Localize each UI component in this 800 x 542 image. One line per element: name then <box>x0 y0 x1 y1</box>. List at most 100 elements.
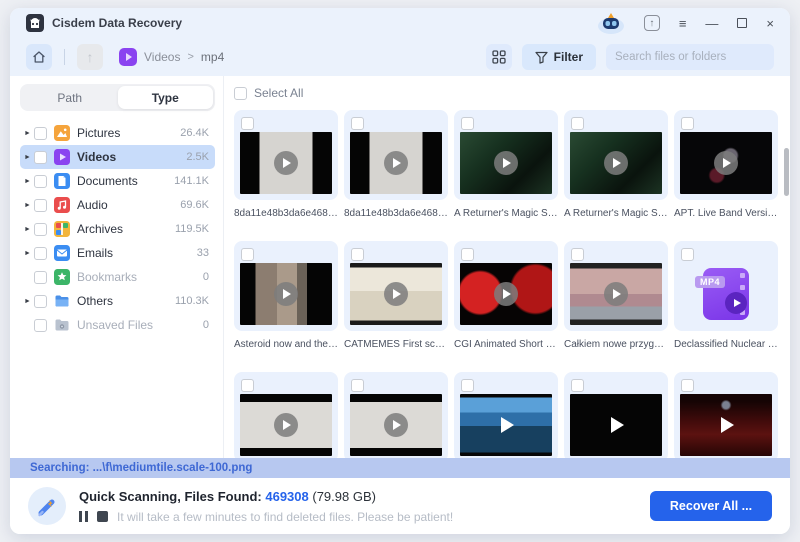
play-icon <box>494 151 518 175</box>
file-tile[interactable] <box>454 110 558 200</box>
item-checkbox[interactable] <box>34 150 47 164</box>
item-checkbox[interactable] <box>34 222 47 236</box>
play-icon <box>274 151 298 175</box>
tile-checkbox[interactable] <box>351 379 364 392</box>
file-tile[interactable] <box>564 372 668 458</box>
item-label: Bookmarks <box>77 270 138 284</box>
tile-checkbox[interactable] <box>571 379 584 392</box>
file-name: Całkiem nowe przygody ... <box>564 339 668 350</box>
item-label: Audio <box>77 198 108 212</box>
item-label: Unsaved Files <box>77 318 154 332</box>
select-all-checkbox[interactable] <box>234 86 247 100</box>
file-tile[interactable] <box>674 110 778 200</box>
tile-checkbox[interactable] <box>241 248 254 261</box>
breadcrumb-folder[interactable]: Videos <box>144 50 180 64</box>
video-thumbnail <box>460 132 552 194</box>
file-name: 8da11e48b3da6e468d12... <box>344 208 448 219</box>
home-button[interactable] <box>26 44 52 70</box>
tile-checkbox[interactable] <box>461 379 474 392</box>
item-checkbox[interactable] <box>34 246 47 260</box>
toolbar: ↑ Videos > mp4 Filter <box>10 38 790 76</box>
grid-view-icon <box>492 50 506 64</box>
item-count: 0 <box>202 271 209 283</box>
file-tile[interactable] <box>454 241 558 331</box>
tile-checkbox[interactable] <box>681 379 694 392</box>
play-icon <box>714 151 738 175</box>
tile-checkbox[interactable] <box>351 248 364 261</box>
item-count: 141.1K <box>174 175 209 187</box>
file-name: APT. Live Band Version By... <box>674 208 778 219</box>
sidebar-item-pictures[interactable]: ► Pictures 26.4K <box>20 121 215 145</box>
mascot-icon[interactable] <box>597 11 625 35</box>
file-name: A Returner's Magic Shoul... <box>454 208 558 219</box>
view-mode-button[interactable] <box>485 44 512 70</box>
tile-checkbox[interactable] <box>241 379 254 392</box>
sidebar-item-bookmarks[interactable]: Bookmarks 0 <box>20 265 215 289</box>
tile-checkbox[interactable] <box>681 248 694 261</box>
tile-checkbox[interactable] <box>351 117 364 130</box>
tab-type[interactable]: Type <box>117 86 213 109</box>
tab-path[interactable]: Path <box>22 86 118 109</box>
up-folder-button[interactable]: ↑ <box>77 44 103 70</box>
file-tile[interactable] <box>234 241 338 331</box>
play-icon <box>384 282 408 306</box>
sidebar-item-videos[interactable]: ► Videos 2.5K <box>20 145 215 169</box>
stop-button[interactable] <box>97 511 108 522</box>
sidebar-item-audio[interactable]: ► Audio 69.6K <box>20 193 215 217</box>
file-tile[interactable] <box>454 372 558 458</box>
expand-arrow-icon[interactable]: ► <box>24 130 34 137</box>
item-checkbox[interactable] <box>34 174 47 188</box>
recover-all-button[interactable]: Recover All ... <box>650 491 772 521</box>
sidebar-item-archives[interactable]: ► Archives 119.5K <box>20 217 215 241</box>
file-tile[interactable]: MP4 <box>674 241 778 331</box>
expand-arrow-icon[interactable]: ► <box>24 298 34 305</box>
file-tile[interactable] <box>564 110 668 200</box>
expand-arrow-icon[interactable]: ► <box>24 202 34 209</box>
file-tile[interactable] <box>344 110 448 200</box>
close-icon[interactable]: × <box>766 17 774 30</box>
minimize-icon[interactable]: — <box>705 17 718 30</box>
menu-icon[interactable]: ≡ <box>679 17 687 30</box>
expand-arrow-icon[interactable]: ► <box>24 250 34 257</box>
expand-arrow-icon[interactable]: ► <box>24 226 34 233</box>
item-checkbox[interactable] <box>34 270 47 284</box>
play-icon <box>384 151 408 175</box>
maximize-icon[interactable] <box>737 17 748 30</box>
tile-checkbox[interactable] <box>461 248 474 261</box>
file-tile[interactable] <box>344 372 448 458</box>
file-grid: 8da11e48b3da6e468d12... 8da11e48b3da6e46… <box>234 110 784 458</box>
unsaved-files-icon <box>55 319 69 331</box>
file-tile[interactable] <box>344 241 448 331</box>
tile-checkbox[interactable] <box>571 248 584 261</box>
play-icon <box>725 292 747 314</box>
scan-info: Quick Scanning, Files Found: 469308 (79.… <box>79 489 453 524</box>
expand-arrow-icon[interactable]: ► <box>24 178 34 185</box>
tile-checkbox[interactable] <box>241 117 254 130</box>
filter-button[interactable]: Filter <box>521 44 596 70</box>
breadcrumb-sub[interactable]: mp4 <box>201 50 224 64</box>
sidebar-item-unsaved-files[interactable]: Unsaved Files 0 <box>20 313 215 337</box>
item-checkbox[interactable] <box>34 126 47 140</box>
item-checkbox[interactable] <box>34 318 47 332</box>
sidebar-item-emails[interactable]: ► Emails 33 <box>20 241 215 265</box>
file-tile[interactable] <box>234 110 338 200</box>
breadcrumb-separator: > <box>187 51 194 63</box>
file-tile[interactable] <box>234 372 338 458</box>
expand-arrow-icon[interactable]: ► <box>24 154 34 161</box>
sidebar-item-documents[interactable]: ► Documents 141.1K <box>20 169 215 193</box>
file-cell <box>234 372 338 458</box>
share-icon[interactable]: ↑ <box>643 15 660 31</box>
tile-checkbox[interactable] <box>681 117 694 130</box>
item-checkbox[interactable] <box>34 294 47 308</box>
file-cell <box>564 372 668 458</box>
select-all[interactable]: Select All <box>234 84 784 102</box>
tile-checkbox[interactable] <box>461 117 474 130</box>
file-tile[interactable] <box>674 372 778 458</box>
item-checkbox[interactable] <box>34 198 47 212</box>
scrollbar[interactable] <box>784 148 789 196</box>
tile-checkbox[interactable] <box>571 117 584 130</box>
sidebar-item-others[interactable]: ► Others 110.3K <box>20 289 215 313</box>
file-tile[interactable] <box>564 241 668 331</box>
search-input[interactable] <box>615 51 769 63</box>
pause-button[interactable] <box>79 511 88 522</box>
